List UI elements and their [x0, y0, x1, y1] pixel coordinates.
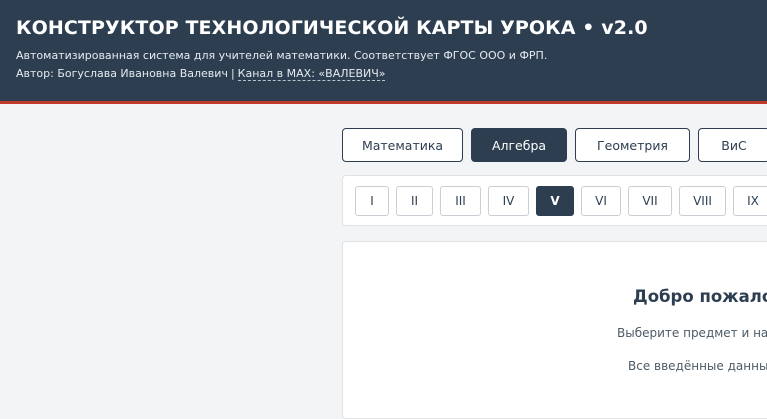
grade-button-4[interactable]: IV [488, 186, 529, 216]
welcome-data-note: Все введённые данные [628, 359, 767, 373]
channel-link[interactable]: Канал в MAX: «ВАЛЕВИЧ» [237, 67, 386, 81]
subject-button-geometry[interactable]: Геометрия [575, 128, 690, 162]
app-header: КОНСТРУКТОР ТЕХНОЛОГИЧЕСКОЙ КАРТЫ УРОКА … [0, 0, 767, 104]
author-name: Автор: Богуслава Ивановна Валевич [16, 67, 228, 80]
grade-button-7[interactable]: VII [628, 186, 672, 216]
grade-panel: I II III IV V VI VII VIII IX [342, 175, 767, 226]
welcome-panel: Добро пожалов Выберите предмет и наж Все… [342, 241, 767, 419]
subject-selector: Математика Алгебра Геометрия ВиС [342, 128, 767, 162]
subject-button-algebra[interactable]: Алгебра [471, 128, 567, 162]
author-line: Автор: Богуслава Ивановна Валевич | Канал … [16, 67, 386, 81]
welcome-title: Добро пожалов [633, 287, 767, 306]
page-title: КОНСТРУКТОР ТЕХНОЛОГИЧЕСКОЙ КАРТЫ УРОКА … [16, 17, 648, 39]
grade-button-3[interactable]: III [440, 186, 481, 216]
grade-button-5[interactable]: V [536, 186, 574, 216]
grade-button-8[interactable]: VIII [679, 186, 726, 216]
grade-button-9[interactable]: IX [733, 186, 767, 216]
grade-selector: I II III IV V VI VII VIII IX [355, 186, 767, 216]
grade-button-1[interactable]: I [355, 186, 389, 216]
app-description: Автоматизированная система для учителей … [16, 49, 548, 62]
subject-button-mathematics[interactable]: Математика [342, 128, 463, 162]
grade-button-2[interactable]: II [396, 186, 433, 216]
author-separator: | [230, 67, 235, 80]
grade-button-6[interactable]: VI [581, 186, 621, 216]
subject-button-probability[interactable]: ВиС [698, 128, 767, 162]
welcome-instruction: Выберите предмет и наж [617, 326, 767, 340]
